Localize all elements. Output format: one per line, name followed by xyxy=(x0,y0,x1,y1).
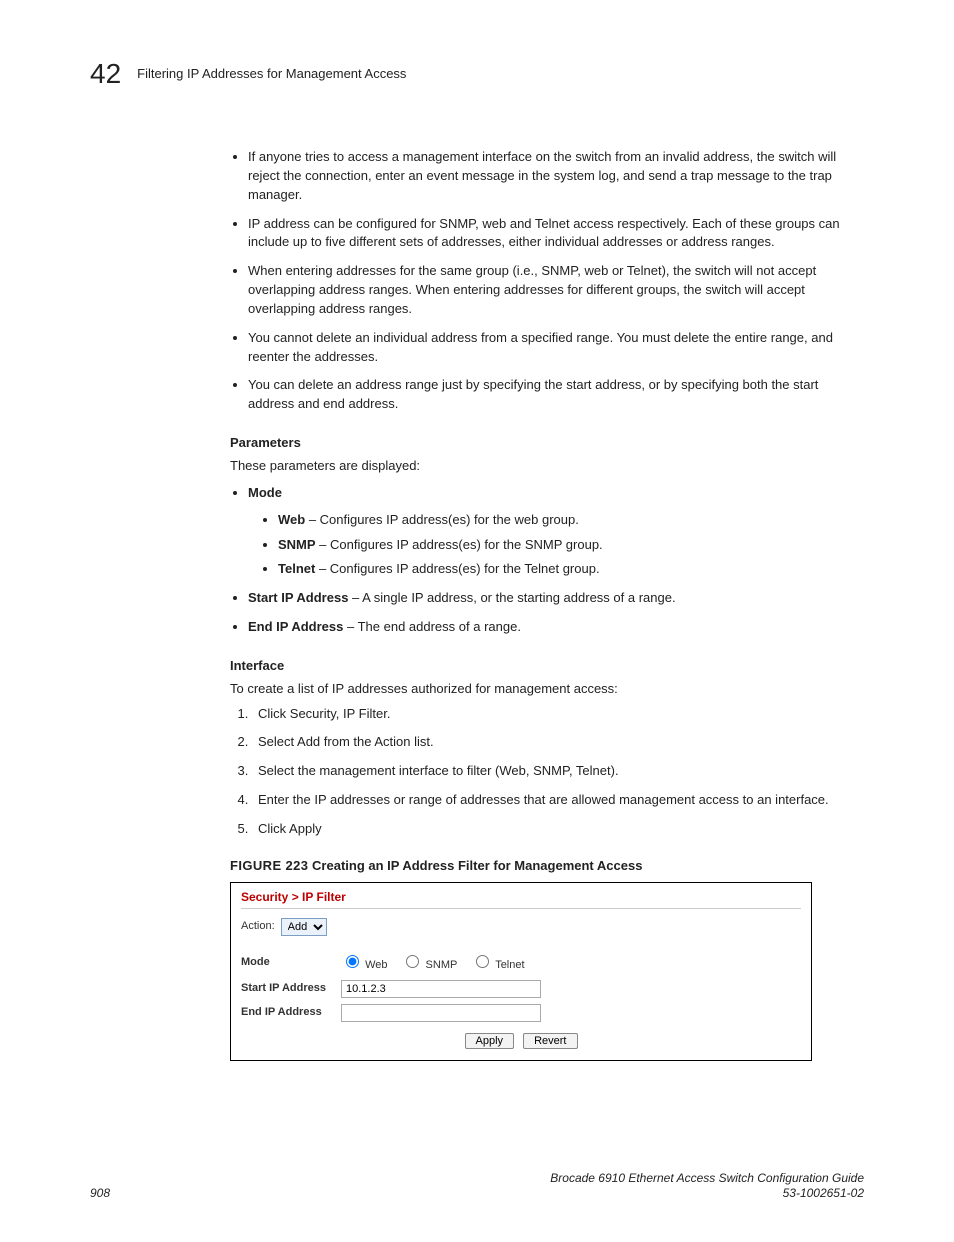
bold-web: Web xyxy=(278,512,305,527)
mode-web-radio[interactable] xyxy=(346,955,359,968)
param-mode: Mode Web – Configures IP address(es) for… xyxy=(248,484,864,579)
revert-button[interactable]: Revert xyxy=(523,1033,577,1049)
page-number: 908 xyxy=(90,1185,110,1202)
parameters-list: Mode Web – Configures IP address(es) for… xyxy=(230,484,864,637)
start-ip-label: Start IP Address xyxy=(241,981,341,997)
bold-start-ip: Start IP Address xyxy=(248,590,348,605)
desc-start-ip: – A single IP address, or the starting a… xyxy=(348,590,675,605)
step-item: Enter the IP addresses or range of addre… xyxy=(252,791,864,810)
mode-telnet-radio[interactable] xyxy=(476,955,489,968)
figure-buttons: Apply Revert xyxy=(231,1025,811,1060)
bullet-item: You cannot delete an individual address … xyxy=(248,329,864,367)
param-end-ip: End IP Address – The end address of a ra… xyxy=(248,618,864,637)
interface-heading: Interface xyxy=(230,657,864,676)
parameters-intro: These parameters are displayed: xyxy=(230,457,864,476)
figure-label: FIGURE 223 xyxy=(230,858,308,873)
figure-caption: FIGURE 223 Creating an IP Address Filter… xyxy=(230,857,864,876)
bold-snmp: SNMP xyxy=(278,537,316,552)
bullet-item: If anyone tries to access a management i… xyxy=(248,148,864,205)
mode-row: Mode Web SNMP Telnet xyxy=(231,949,811,977)
mode-label: Mode xyxy=(241,955,341,971)
guide-title: Brocade 6910 Ethernet Access Switch Conf… xyxy=(550,1171,864,1187)
bold-end-ip: End IP Address xyxy=(248,619,343,634)
param-mode-web: Web – Configures IP address(es) for the … xyxy=(278,511,864,530)
running-header: 42 Filtering IP Addresses for Management… xyxy=(90,60,864,88)
end-ip-row: End IP Address xyxy=(231,1001,811,1025)
mode-snmp-text: SNMP xyxy=(426,959,458,971)
mode-telnet-option[interactable]: Telnet xyxy=(471,952,524,974)
interface-steps: Click Security, IP Filter. Select Add fr… xyxy=(230,705,864,839)
start-ip-row: Start IP Address xyxy=(231,977,811,1001)
divider xyxy=(241,908,801,909)
figure-223-panel: Security > IP Filter Action: Add Mode We… xyxy=(230,882,812,1061)
bold-telnet: Telnet xyxy=(278,561,315,576)
action-select[interactable]: Add xyxy=(281,918,327,936)
mode-web-option[interactable]: Web xyxy=(341,952,387,974)
desc-snmp: – Configures IP address(es) for the SNMP… xyxy=(316,537,603,552)
end-ip-input[interactable] xyxy=(341,1004,541,1022)
mode-snmp-option[interactable]: SNMP xyxy=(401,952,457,974)
param-start-ip: Start IP Address – A single IP address, … xyxy=(248,589,864,608)
action-label: Action: xyxy=(241,919,275,935)
step-item: Select Add from the Action list. xyxy=(252,733,864,752)
chapter-number: 42 xyxy=(90,60,121,88)
bullet-item: When entering addresses for the same gro… xyxy=(248,262,864,319)
breadcrumb: Security > IP Filter xyxy=(231,883,811,908)
interface-intro: To create a list of IP addresses authori… xyxy=(230,680,864,699)
step-item: Click Security, IP Filter. xyxy=(252,705,864,724)
bullet-item: You can delete an address range just by … xyxy=(248,376,864,414)
mode-web-text: Web xyxy=(365,959,387,971)
param-mode-snmp: SNMP – Configures IP address(es) for the… xyxy=(278,536,864,555)
mode-telnet-text: Telnet xyxy=(495,959,524,971)
doc-number: 53-1002651-02 xyxy=(550,1186,864,1202)
section-title: Filtering IP Addresses for Management Ac… xyxy=(137,65,406,84)
mode-snmp-radio[interactable] xyxy=(406,955,419,968)
apply-button[interactable]: Apply xyxy=(465,1033,515,1049)
desc-web: – Configures IP address(es) for the web … xyxy=(305,512,579,527)
end-ip-label: End IP Address xyxy=(241,1005,341,1021)
intro-bullets: If anyone tries to access a management i… xyxy=(230,148,864,414)
desc-end-ip: – The end address of a range. xyxy=(343,619,521,634)
step-item: Click Apply xyxy=(252,820,864,839)
figure-title: Creating an IP Address Filter for Manage… xyxy=(308,858,642,873)
page-footer: 908 Brocade 6910 Ethernet Access Switch … xyxy=(90,1171,864,1202)
step-item: Select the management interface to filte… xyxy=(252,762,864,781)
action-row: Action: Add xyxy=(231,915,811,939)
start-ip-input[interactable] xyxy=(341,980,541,998)
bullet-item: IP address can be configured for SNMP, w… xyxy=(248,215,864,253)
param-mode-telnet: Telnet – Configures IP address(es) for t… xyxy=(278,560,864,579)
param-mode-label: Mode xyxy=(248,485,282,500)
body-content: If anyone tries to access a management i… xyxy=(230,148,864,1061)
parameters-heading: Parameters xyxy=(230,434,864,453)
desc-telnet: – Configures IP address(es) for the Teln… xyxy=(315,561,599,576)
